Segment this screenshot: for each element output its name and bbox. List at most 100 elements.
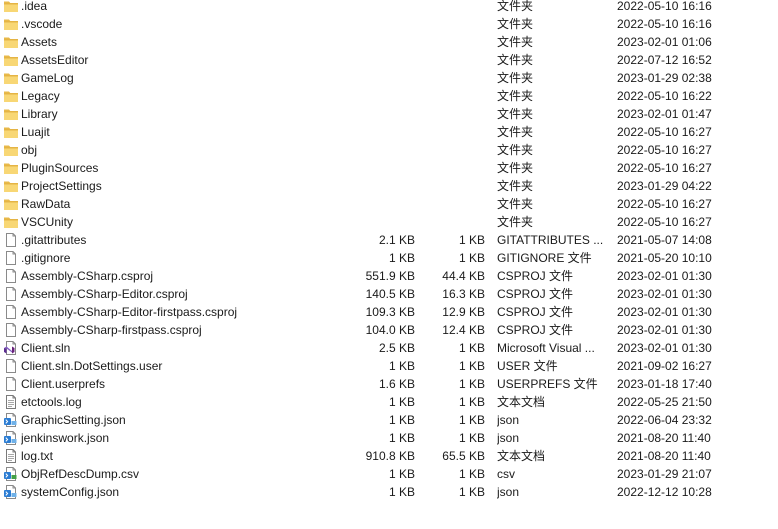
file-type: 文件夹 — [497, 107, 534, 121]
file-row[interactable]: Client.sln 2.5 KB 1 KB Microsoft Visual ...… — [0, 339, 778, 357]
folder-row[interactable]: AssetsEditor 文件夹 2022-07-12 16:52 — [0, 51, 778, 69]
file-size: 1 KB — [388, 359, 415, 373]
modified-date: 2021-08-20 11:40 — [617, 449, 711, 463]
file-size — [340, 33, 415, 51]
file-icon — [3, 249, 19, 267]
compressed-size: 44.4 KB — [442, 269, 485, 283]
file-type: GITIGNORE 文件 — [497, 251, 592, 265]
folder-row[interactable]: Assets 文件夹 2023-02-01 01:06 — [0, 33, 778, 51]
compressed-size: 1 KB — [458, 413, 485, 427]
file-name: log.txt — [21, 449, 54, 463]
file-row[interactable]: Assembly-CSharp-Editor.csproj 140.5 KB 16.… — [0, 285, 778, 303]
file-row[interactable]: Client.sln.DotSettings.user 1 KB 1 KB USER … — [0, 357, 778, 375]
file-name: ObjRefDescDump.csv — [21, 467, 140, 481]
file-name: Luajit — [21, 125, 50, 139]
folder-icon — [3, 15, 19, 33]
compressed-size — [420, 105, 485, 123]
folder-row[interactable]: .idea 文件夹 2022-05-10 16:16 — [0, 0, 778, 15]
folder-icon — [3, 159, 19, 177]
file-row[interactable]: Assembly-CSharp.csproj 551.9 KB 44.4 KB CSP… — [0, 267, 778, 285]
modified-date: 2023-02-01 01:30 — [617, 341, 712, 355]
folder-row[interactable]: obj 文件夹 2022-05-10 16:27 — [0, 141, 778, 159]
file-type: Microsoft Visual ... — [497, 341, 595, 355]
file-row[interactable]: log.txt 910.8 KB 65.5 KB 文本文档 2021-08-20 11:… — [0, 447, 778, 465]
csv-file-icon — [3, 465, 19, 483]
folder-icon — [3, 177, 19, 195]
compressed-size: 1 KB — [458, 233, 485, 247]
compressed-size: 1 KB — [458, 467, 485, 481]
file-row[interactable]: Assembly-CSharp-Editor-firstpass.csproj 1… — [0, 303, 778, 321]
file-name: Assets — [21, 35, 58, 49]
modified-date: 2022-05-10 16:16 — [617, 17, 712, 31]
file-size — [340, 213, 415, 231]
file-type: json — [497, 413, 520, 427]
file-size — [340, 87, 415, 105]
file-name: Assembly-CSharp-Editor-firstpass.csproj — [21, 305, 238, 319]
modified-date: 2022-05-25 21:50 — [617, 395, 712, 409]
file-type: 文件夹 — [497, 179, 534, 193]
folder-icon — [3, 33, 19, 51]
folder-row[interactable]: VSCUnity 文件夹 2022-05-10 16:27 — [0, 213, 778, 231]
folder-row[interactable]: Luajit 文件夹 2022-05-10 16:27 — [0, 123, 778, 141]
modified-date: 2022-05-10 16:27 — [617, 197, 712, 211]
visual-studio-icon — [3, 339, 19, 357]
file-row[interactable]: ObjRefDescDump.csv 1 KB 1 KB csv 2023-01-29 … — [0, 465, 778, 483]
file-icon — [3, 285, 19, 303]
file-type: 文件夹 — [497, 215, 534, 229]
file-name: obj — [21, 143, 38, 157]
file-size — [340, 0, 415, 15]
text-file-icon — [3, 447, 19, 465]
file-type: csv — [497, 467, 515, 481]
file-icon — [3, 321, 19, 339]
modified-date: 2022-05-10 16:16 — [617, 0, 712, 13]
file-row[interactable]: systemConfig.json 1 KB 1 KB json 2022-12-12 … — [0, 483, 778, 501]
modified-date: 2023-02-01 01:47 — [617, 107, 712, 121]
folder-row[interactable]: Library 文件夹 2023-02-01 01:47 — [0, 105, 778, 123]
file-name: .gitattributes — [21, 233, 87, 247]
file-type: 文本文档 — [497, 395, 546, 409]
file-size — [340, 159, 415, 177]
folder-row[interactable]: Legacy 文件夹 2022-05-10 16:22 — [0, 87, 778, 105]
file-name: PluginSources — [21, 161, 99, 175]
folder-row[interactable]: .vscode 文件夹 2022-05-10 16:16 — [0, 15, 778, 33]
folder-row[interactable]: GameLog 文件夹 2023-01-29 02:38 — [0, 69, 778, 87]
compressed-size — [420, 141, 485, 159]
folder-row[interactable]: RawData 文件夹 2022-05-10 16:27 — [0, 195, 778, 213]
file-type: 文件夹 — [497, 53, 534, 67]
compressed-size — [420, 123, 485, 141]
file-row[interactable]: etctools.log 1 KB 1 KB 文本文档 2022-05-25 21:50 — [0, 393, 778, 411]
file-row[interactable]: Client.userprefs 1.6 KB 1 KB USERPREFS 文件 20… — [0, 375, 778, 393]
folder-row[interactable]: PluginSources 文件夹 2022-05-10 16:27 — [0, 159, 778, 177]
file-type: CSPROJ 文件 — [497, 323, 574, 337]
file-type: USER 文件 — [497, 359, 558, 373]
file-size: 910.8 KB — [365, 449, 415, 463]
file-size: 104.0 KB — [365, 323, 415, 337]
file-type: USERPREFS 文件 — [497, 377, 598, 391]
file-name: .gitignore — [21, 251, 71, 265]
file-row[interactable]: .gitignore 1 KB 1 KB GITIGNORE 文件 2021-05-20… — [0, 249, 778, 267]
modified-date: 2023-01-29 04:22 — [617, 179, 712, 193]
compressed-size: 1 KB — [458, 431, 485, 445]
file-type: 文件夹 — [497, 161, 534, 175]
file-type: 文件夹 — [497, 125, 534, 139]
modified-date: 2023-02-01 01:30 — [617, 305, 712, 319]
file-size: 1.6 KB — [378, 377, 415, 391]
file-name: Client.sln.DotSettings.user — [21, 359, 163, 373]
compressed-size: 12.9 KB — [442, 305, 485, 319]
file-name: RawData — [21, 197, 71, 211]
file-row[interactable]: jenkinswork.json 1 KB 1 KB json 2021-08-20 1… — [0, 429, 778, 447]
file-row[interactable]: .gitattributes 2.1 KB 1 KB GITATTRIBUTES ..… — [0, 231, 778, 249]
file-row[interactable]: GraphicSetting.json 1 KB 1 KB json 2022-06-0… — [0, 411, 778, 429]
file-type: CSPROJ 文件 — [497, 287, 574, 301]
file-row[interactable]: Assembly-CSharp-firstpass.csproj 104.0 KB… — [0, 321, 778, 339]
folder-icon — [3, 0, 19, 15]
file-name: Assembly-CSharp-firstpass.csproj — [21, 323, 202, 337]
folder-icon — [3, 123, 19, 141]
file-size: 551.9 KB — [365, 269, 415, 283]
compressed-size — [420, 0, 485, 15]
file-type: 文件夹 — [497, 35, 534, 49]
file-icon — [3, 375, 19, 393]
file-name: GraphicSetting.json — [21, 413, 126, 427]
folder-row[interactable]: ProjectSettings 文件夹 2023-01-29 04:22 — [0, 177, 778, 195]
file-type: json — [497, 485, 520, 499]
